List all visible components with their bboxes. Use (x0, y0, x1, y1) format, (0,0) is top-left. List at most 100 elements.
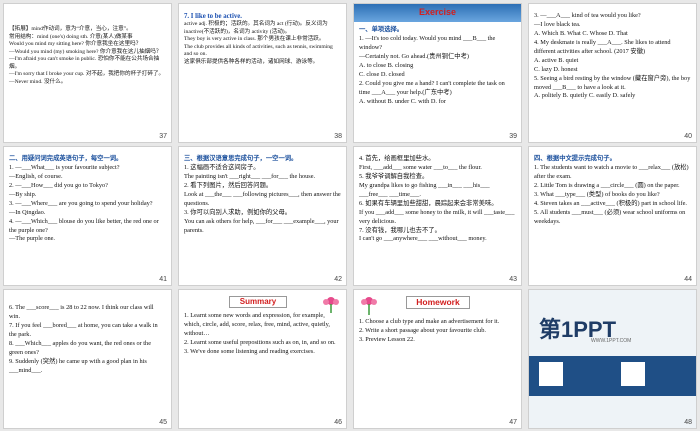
slide-number: 42 (334, 276, 342, 283)
header-title: Exercise (418, 7, 457, 17)
text-line: 1. Choose a club type and make an advert… (359, 318, 500, 325)
slide-44[interactable]: 四、根据中文提示完成句子。 1. The students want to wa… (528, 146, 697, 286)
slide-47[interactable]: Homework 1. Choose a club type and make … (353, 289, 522, 429)
slide-number: 43 (509, 276, 517, 283)
text-line: —Certainly not. Go ahead.(贵州铜仁中考) (359, 52, 469, 60)
logo-banner (529, 356, 696, 396)
text-line: You can ask others for help, ___for___ _… (184, 217, 339, 234)
slide-39-text: 一、单项选择。 1. —It's too cold today. Would y… (359, 26, 516, 106)
site-url: WWW.1PPT.COM (591, 338, 632, 344)
text-line: 3. —___Where___ are you going to spend y… (9, 199, 153, 207)
text-line: —English, of course. (9, 172, 63, 180)
text-line: 1. 这幅画不适合这间房子。 (184, 163, 260, 171)
text-line: The club provides all kinds of activitie… (184, 43, 333, 58)
text-line: Look at ___the___ ___following pictures_… (184, 190, 341, 207)
slide-43[interactable]: 4. 首先，给画框里加些水。 First, ___add___ some wat… (353, 146, 522, 286)
text-line: They boy is very active in class. 那个男孩在课… (184, 36, 325, 43)
slide-40[interactable]: 3. —___A___ kind of tea would you like? … (528, 3, 697, 143)
slide-number: 47 (509, 419, 517, 426)
text-line: —The purple one. (9, 235, 55, 243)
text-line: 【拓展】mind作动词，意为“介意，当心，注意”。 (9, 26, 132, 32)
text-line: My grandpa likes to go fishing ___in___ … (359, 181, 490, 198)
slide-46[interactable]: Summary 1. Learnt some new words and exp… (178, 289, 347, 429)
section-title: 一、单项选择。 (359, 26, 404, 33)
text-line: —I'm afraid you can't smoke in public. 恐… (9, 56, 160, 70)
text-line: 2. Little Tom is drawing a ___circle___ … (534, 181, 680, 189)
section-title: 四、根据中文提示完成句子。 (534, 155, 616, 162)
text-line: 2. Could you give me a hand? I can't com… (359, 79, 505, 96)
text-line: 3. 你可以向别人求助，例如你的父母。 (184, 208, 292, 216)
slide-number: 40 (684, 133, 692, 140)
text-line: 3. —___A___ kind of tea would you like? (534, 12, 641, 19)
slide-48[interactable]: 第1PPT WWW.1PPT.COM 48 (528, 289, 697, 429)
slide-47-text: 1. Choose a club type and make an advert… (359, 318, 516, 345)
section-title: 二、用疑问词完成英语句子，每空一词。 (9, 155, 123, 162)
slide-number: 45 (159, 419, 167, 426)
slide-title: 7. I like to be active. (184, 13, 242, 20)
text-line: 1. —It's too cold today. Would you mind … (359, 34, 496, 51)
section-title: 三、根据汉语意思完成句子，一空一词。 (184, 155, 298, 162)
text-line: 8. ___Which___ apples do you want, the r… (9, 339, 151, 356)
slide-45-text: 6. The ___score___ is 28 to 22 now. I th… (9, 304, 166, 376)
text-line: C. close D. closed (359, 70, 405, 78)
text-line: active adj. 积极的；活跃的。其名词为 act (行动)。反义词为 i… (184, 21, 328, 35)
slide-42[interactable]: 三、根据汉语意思完成句子，一空一词。 1. 这幅画不适合这间房子。 The pa… (178, 146, 347, 286)
slide-number: 46 (334, 419, 342, 426)
slide-37[interactable]: 【拓展】mind作动词，意为“介意，当心，注意”。 常用结构：mind (one… (3, 3, 172, 143)
text-line: —I'm sorry that I broke your cup. 对不起，我把… (9, 71, 165, 85)
text-line: 1. —___What___ is your favourite subject… (9, 163, 120, 171)
text-line: A. politely B. quietly C. easily D. safe… (534, 92, 636, 100)
text-line: —In Qingdao. (9, 208, 46, 216)
slide-number: 41 (159, 276, 167, 283)
text-line: 4. —___Which___ blouse do you like bette… (9, 217, 159, 234)
text-line: 3. We've done some listening and reading… (184, 347, 315, 355)
text-line: 9. Suddenly (突然) he came up with a good … (9, 357, 147, 374)
slide-44-text: 四、根据中文提示完成句子。 1. The students want to wa… (534, 155, 691, 227)
text-line: A. without B. under C. with D. for (359, 97, 446, 105)
text-line: 5. All students ___must___ (必须) wear sch… (534, 208, 686, 225)
slide-41[interactable]: 二、用疑问词完成英语句子，每空一词。 1. —___What___ is you… (3, 146, 172, 286)
text-line: 2. —___How___ did you go to Tokyo? (9, 181, 108, 189)
text-line: 6. 如果有车辆里加些甜甜，晨踪起来会非常美味。 (359, 199, 498, 207)
slide-number: 39 (509, 133, 517, 140)
text-line: 1. The students want to watch a movie to… (534, 163, 689, 180)
text-line: I can't go ___anywhere___ ___without___ … (359, 235, 487, 243)
slide-number: 38 (334, 133, 342, 140)
text-line: —I love black tea. (534, 20, 581, 28)
text-line: 2. Write a short passage about your favo… (359, 326, 486, 334)
slide-42-text: 三、根据汉语意思完成句子，一空一词。 1. 这幅画不适合这间房子。 The pa… (184, 155, 341, 235)
text-line: A. active B. quiet (534, 56, 579, 64)
slide-38[interactable]: 7. I like to be active. active adj. 积极的；… (178, 3, 347, 143)
slide-number: 44 (684, 276, 692, 283)
text-line: 这家俱乐部提供各种各样的活动，诸如网球、游泳等。 (184, 58, 319, 65)
text-line: 7. 没有钱，我哪儿也去不了。 (359, 226, 441, 234)
text-line: A. Which B. What C. Whose D. That (534, 29, 628, 37)
homework-title: Homework (406, 296, 470, 309)
slide-37-text: 【拓展】mind作动词，意为“介意，当心，注意”。 常用结构：mind (one… (9, 26, 166, 86)
text-line: 5. Seeing a bird resting by the window (… (534, 74, 691, 91)
slide-43-text: 4. 首先，给画框里加些水。 First, ___add___ some wat… (359, 155, 516, 244)
text-line: 4. My deskmate is really ___A___. She li… (534, 38, 671, 55)
text-line: 4. Steven takes an ___active___ (积极的) pa… (534, 199, 688, 207)
text-line: 7. If you feel ___bored___ at home, you … (9, 321, 158, 338)
slide-39[interactable]: Exercise 一、单项选择。 1. —It's too cold today… (353, 3, 522, 143)
flower-icon (361, 297, 377, 315)
text-line: 4. 首先，给画框里加些水。 (359, 155, 435, 162)
text-line: 2. Learnt some useful prepositions such … (184, 338, 336, 346)
slide-46-text: 1. Learnt some new words and expression,… (184, 312, 341, 357)
text-line: 6. The ___score___ is 28 to 22 now. I th… (9, 304, 154, 320)
qr-code-icon (621, 362, 645, 386)
text-line: 5. 我爷爷调解自我检查。 (359, 172, 429, 180)
text-line: First, ___add___ some water ___to___ the… (359, 163, 482, 171)
slide-number: 48 (684, 419, 692, 426)
text-line: 3. Preview Lesson 22. (359, 335, 415, 343)
text-line: 常用结构：mind (one's) doing sth. 介意(某人)做某事 (9, 33, 133, 40)
qr-code-icon (539, 362, 563, 386)
slide-38-text: 7. I like to be active. active adj. 积极的；… (184, 12, 341, 66)
slide-40-text: 3. —___A___ kind of tea would you like? … (534, 12, 691, 101)
text-line: A. to close B. closing (359, 61, 414, 69)
text-line: C. lazy D. honest (534, 65, 578, 73)
text-line: 2. 看下列图片，然后回答问题。 (184, 181, 273, 189)
slide-45[interactable]: 6. The ___score___ is 28 to 22 now. I th… (3, 289, 172, 429)
slide-number: 37 (159, 133, 167, 140)
